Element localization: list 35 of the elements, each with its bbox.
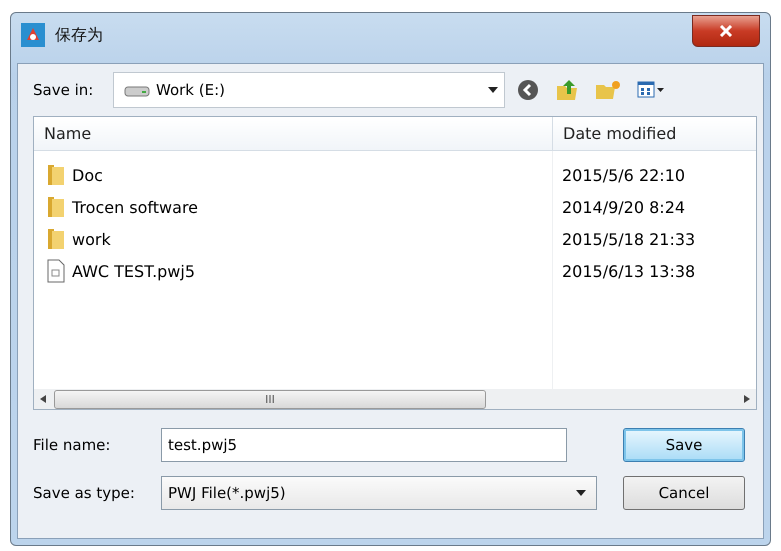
file-name[interactable]: Doc	[72, 166, 103, 184]
column-header[interactable]: Date modified	[552, 117, 756, 150]
file-name-field[interactable]: test.pwj5	[161, 428, 567, 462]
folder-icon	[46, 163, 66, 187]
scroll-thumb[interactable]: III	[54, 390, 486, 408]
scroll-right-icon	[744, 395, 750, 403]
date-modified: 2014/9/20 8:24	[562, 198, 686, 216]
save-button[interactable]: Save	[623, 428, 745, 462]
date-modified: 2015/6/13 13:38	[562, 262, 696, 280]
window-title: 保存为	[55, 24, 103, 46]
document-icon	[46, 259, 66, 283]
save-as-type-dropdown[interactable]: PWJ File(*.pwj5)	[161, 476, 597, 510]
up-folder-icon	[555, 78, 579, 102]
horizontal-scrollbar[interactable]: III	[34, 389, 756, 409]
file-name[interactable]: work	[72, 230, 111, 248]
scroll-left-icon	[40, 395, 46, 403]
cancel-button[interactable]: Cancel	[623, 476, 745, 510]
new-folder-icon	[595, 79, 621, 101]
caret-icon	[576, 490, 586, 496]
date-modified: 2015/5/6 22:10	[562, 166, 686, 184]
app-icon	[21, 23, 45, 47]
file-name[interactable]: AWC TEST.pwj5	[72, 262, 196, 280]
column-header[interactable]: Name	[34, 117, 552, 150]
file-name[interactable]: Trocen software	[72, 198, 198, 216]
date-modified: 2015/5/18 21:33	[562, 230, 696, 248]
view-menu-icon	[637, 80, 665, 100]
file-name-label: File name:	[33, 436, 112, 454]
close-icon	[719, 25, 733, 37]
folder-icon	[46, 195, 66, 219]
caret-icon	[488, 87, 498, 93]
save-as-type-label: Save as type:	[33, 484, 136, 502]
save-in-dropdown[interactable]: Work (E:)	[113, 72, 505, 108]
close-button[interactable]	[692, 15, 760, 47]
save-in-label: Save in:	[33, 81, 94, 99]
folder-icon	[46, 227, 66, 251]
